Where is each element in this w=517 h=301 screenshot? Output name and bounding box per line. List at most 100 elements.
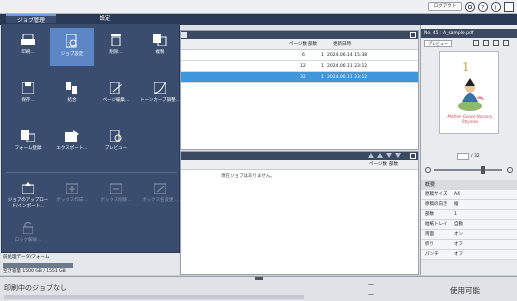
menu-item-upload-import[interactable]: ジョブのアップロード/インポート... — [6, 176, 50, 210]
svg-text:i: i — [495, 3, 497, 11]
menu-label: ボックス削除... — [100, 198, 132, 203]
duplicate-icon — [153, 34, 167, 46]
overview-heading-text: 概要 — [425, 182, 436, 188]
copy-icon[interactable] — [483, 40, 489, 46]
menu-label: フォーム登録 — [14, 146, 42, 151]
preview-button-label: プレビュー — [428, 41, 448, 46]
menu-label: ジョブ設定 — [60, 52, 84, 57]
toolbar-icon[interactable] — [473, 40, 479, 46]
menu-label: 複製 — [155, 50, 165, 55]
menu-item-print[interactable]: 印刷... — [6, 28, 50, 66]
expand-icon[interactable] — [410, 153, 416, 159]
column-pages[interactable]: ページ数 — [289, 39, 307, 50]
status-bar: 印刷中のジョブなし — — 使用可能 — [0, 276, 517, 301]
printing-status: 印刷中のジョブなし — [4, 284, 67, 292]
column-copies[interactable]: 部数 — [308, 39, 317, 50]
overview-value: A4 — [454, 192, 460, 197]
zoom-out-icon[interactable] — [425, 167, 431, 173]
export-icon — [65, 130, 79, 142]
column-pages[interactable]: ページ数 — [369, 160, 387, 170]
menu-label: 削除... — [109, 50, 123, 55]
save-icon — [22, 82, 34, 94]
job-table-header: ページ数 部数 更新日時 — [181, 39, 418, 50]
overview-value: オフ — [454, 252, 463, 257]
svg-text:?: ? — [481, 3, 484, 11]
menu-item-page-edit[interactable]: ページ編集... — [94, 76, 138, 114]
move-bottom-icon[interactable] — [395, 153, 401, 158]
menu-item-box-rename[interactable]: ボックス名変更... — [138, 176, 182, 210]
tone-curve-icon — [154, 82, 166, 94]
document-icon[interactable] — [504, 2, 514, 12]
zoom-slider-handle[interactable] — [481, 166, 485, 174]
row-date: 2024.06.14 15:38 — [327, 53, 368, 58]
rotate-icon[interactable] — [493, 40, 499, 46]
logout-button[interactable]: ログアウト — [428, 2, 462, 11]
preview-button[interactable]: プレビュー — [424, 40, 452, 47]
move-top-icon[interactable] — [368, 153, 374, 158]
menu-label: 印刷... — [21, 50, 35, 55]
menu-item-duplicate[interactable]: 複製 — [138, 28, 182, 66]
column-updated[interactable]: 更新日時 — [333, 39, 351, 50]
overview-row: 原稿サイズ A4 — [421, 190, 517, 200]
overview-key: 原稿の向き — [425, 202, 448, 207]
info-icon[interactable]: i — [491, 2, 501, 12]
zoom-in-icon[interactable] — [507, 167, 513, 173]
overview-value: オン — [454, 232, 463, 237]
menu-item-export[interactable]: エクスポート... — [50, 124, 94, 162]
menu-item-save[interactable]: 保存... — [6, 76, 50, 114]
overview-row: 両面 オン — [421, 230, 517, 240]
trash-icon[interactable] — [503, 40, 509, 46]
merge-icon — [66, 82, 77, 94]
preview-icon — [110, 130, 122, 142]
print-icon — [21, 34, 35, 45]
settings-icon[interactable] — [465, 2, 475, 12]
menu-item-job-settings[interactable]: ジョブ設定 — [50, 28, 94, 66]
row-date: 2024.06.11 23:12 — [327, 64, 368, 69]
table-row[interactable]: 12 1 2024.06.11 23:12 — [181, 61, 418, 72]
menu-item-delete[interactable]: 削除... — [94, 28, 138, 66]
thumbnail-page-number: 1 — [462, 60, 470, 74]
menu-item-tone-curve[interactable]: トーンカーブ調整... — [138, 76, 182, 114]
move-down-icon[interactable] — [386, 153, 392, 158]
table-row-selected[interactable]: 32 1 2024.06.11 23:12 — [181, 72, 418, 83]
upload-icon — [22, 182, 34, 194]
page-edit-icon — [110, 82, 122, 94]
menu-item-unlock[interactable]: ロック解除... — [6, 216, 50, 250]
table-row[interactable]: 6 1 2024.06.14 15:38 — [181, 50, 418, 61]
trash-icon — [111, 34, 121, 46]
expand-icon[interactable] — [410, 32, 416, 38]
menu-item-box-create[interactable]: ボックス作成... — [50, 176, 94, 210]
resize-handle[interactable] — [255, 277, 263, 280]
job-settings-icon — [66, 34, 77, 48]
menu-label: ボックス作成... — [56, 198, 88, 203]
top-bar: ログアウト ? i — [0, 0, 517, 14]
column-copies[interactable]: 部数 — [389, 160, 398, 170]
overview-row: 部数 1 — [421, 210, 517, 220]
move-up-icon[interactable] — [377, 153, 383, 158]
disk-info: 空き容量 1500 GB / 1551 GB — [3, 269, 66, 274]
page-total: / 32 — [471, 154, 480, 159]
mother-goose-illustration — [458, 78, 484, 111]
overview-value: 縦 — [454, 202, 459, 207]
job-list-toolbar — [181, 31, 418, 39]
overview-row: 給紙トレイ 自動 — [421, 220, 517, 230]
form-label[interactable]: 前処理データ/フォーム — [3, 254, 49, 260]
page-thumbnail[interactable]: 1 Mother Goose Nursery Rhymes — [439, 51, 499, 134]
menu-item-merge[interactable]: 結合 — [50, 76, 94, 114]
overview-key: 両面 — [425, 232, 434, 237]
overview-heading: 概要 — [421, 180, 517, 190]
menu-item-preview[interactable]: プレビュー — [94, 124, 138, 162]
zoom-slider[interactable] — [434, 169, 502, 171]
menu-label: ジョブのアップロード/インポート... — [7, 198, 49, 209]
job-detail-pane: No. 45 : A_sample.pdf プレビュー 1 Mother Goo… — [420, 25, 517, 275]
menu-item-box-delete[interactable]: ボックス削除... — [94, 176, 138, 210]
page-number-input[interactable] — [457, 153, 469, 160]
box-delete-icon — [110, 183, 122, 194]
menu-divider — [6, 172, 177, 173]
box-create-icon — [66, 183, 78, 194]
menu-item-form-register[interactable]: フォーム登録 — [6, 124, 50, 162]
preview-title-bar: No. 45 : A_sample.pdf — [421, 29, 517, 38]
job-title: No. 45 : A_sample.pdf — [424, 31, 474, 36]
overview-value: 1 — [454, 212, 457, 217]
help-icon[interactable]: ? — [478, 2, 488, 12]
